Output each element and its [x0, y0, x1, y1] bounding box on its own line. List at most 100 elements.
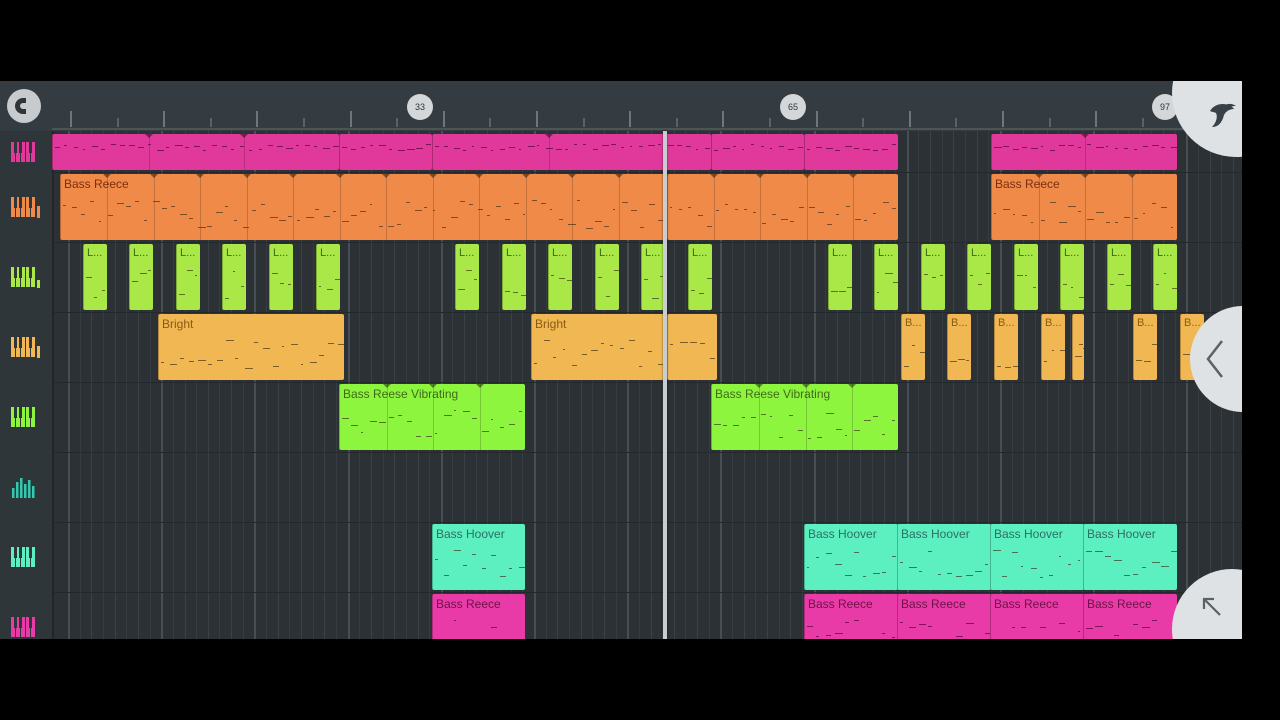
piano-roll-icon[interactable] [10, 614, 42, 639]
clip-bass-hoover[interactable]: Bass Hoover [1083, 524, 1177, 590]
note [912, 345, 915, 347]
piano-roll-icon[interactable] [10, 139, 42, 167]
clip-bass-reece[interactable] [667, 174, 898, 240]
clip-l-short[interactable]: L... [595, 244, 619, 310]
clip-bass-hoover[interactable]: Bass Hoover [990, 524, 1084, 590]
note [119, 145, 125, 147]
piano-roll-icon[interactable] [10, 404, 42, 432]
note [1058, 623, 1066, 625]
clip-l-short[interactable]: L... [688, 244, 712, 310]
pattern-clip-pink[interactable] [804, 134, 898, 170]
pattern-clip-pink[interactable] [339, 134, 432, 170]
clip-l-short[interactable]: L... [548, 244, 572, 310]
pattern-clip-pink[interactable] [665, 134, 711, 170]
clip-notes [1084, 616, 1177, 639]
clip-notes [689, 266, 712, 306]
pattern-clip-pink[interactable] [991, 134, 1177, 170]
clip-l-short[interactable]: L... [1153, 244, 1177, 310]
note [73, 147, 79, 149]
note [1049, 149, 1055, 151]
clip-b-short[interactable]: B... [1133, 314, 1157, 380]
piano-roll-icon[interactable] [10, 194, 42, 222]
note [518, 411, 523, 413]
note [441, 227, 446, 229]
clip-l-short[interactable]: L... [921, 244, 945, 310]
clip-bass-hoover[interactable]: Bass Hoover [432, 524, 525, 590]
clip-bass-reese-vibrating[interactable]: Bass Reese Vibrating [339, 384, 525, 450]
clip-l-short[interactable]: L... [967, 244, 991, 310]
clip-b-short[interactable] [1072, 314, 1084, 380]
clip-b-short[interactable]: B... [901, 314, 925, 380]
note [288, 216, 293, 218]
clip-l-short[interactable]: L... [222, 244, 246, 310]
clip-bass-reece[interactable]: Bass Reece [897, 594, 991, 639]
clip-label: Bright [535, 317, 567, 331]
pattern-clip-pink[interactable] [52, 134, 339, 170]
clip-bass-hoover[interactable]: Bass Hoover [804, 524, 898, 590]
note [175, 145, 184, 147]
note [657, 144, 661, 145]
clip-b-short[interactable]: B... [994, 314, 1018, 380]
clip-bright[interactable]: Bright [531, 314, 664, 380]
note [267, 145, 273, 147]
clip-bright[interactable]: Bright [158, 314, 344, 380]
note [716, 209, 719, 211]
clip-bass-reece[interactable]: Bass Reece [60, 174, 664, 240]
audio-bars-icon[interactable] [10, 474, 42, 502]
note [546, 148, 553, 150]
clip-l-short[interactable]: L... [874, 244, 898, 310]
clip-bass-reece[interactable]: Bass Reece [990, 594, 1084, 639]
track-separator [54, 522, 1242, 523]
note [297, 219, 301, 221]
note [807, 626, 814, 628]
clip-bass-reese-vibrating[interactable]: Bass Reese Vibrating [711, 384, 898, 450]
pattern-marker [802, 174, 811, 178]
pattern-marker [848, 174, 857, 178]
pattern-marker [1034, 174, 1043, 178]
note [611, 144, 617, 146]
note [904, 365, 909, 367]
clip-l-short[interactable]: L... [129, 244, 153, 310]
clip-bass-reece[interactable]: Bass Reece [432, 594, 525, 639]
clip-bright[interactable] [667, 314, 717, 380]
clip-bass-hoover[interactable]: Bass Hoover [897, 524, 991, 590]
pattern-clip-pink[interactable] [711, 134, 804, 170]
clip-bass-reece[interactable]: Bass Reece [804, 594, 898, 639]
magnet-snap-icon[interactable] [7, 89, 41, 123]
timeline-ruler[interactable]: 33 65 97 [0, 81, 1242, 131]
clip-b-short[interactable]: B... [947, 314, 971, 380]
clip-l-short[interactable]: L... [455, 244, 479, 310]
note [956, 635, 964, 637]
playlist-grid[interactable]: Bass Reece Bass Reece L... L... L... L... L...… [52, 131, 1242, 639]
clip-b-short[interactable]: B... [1041, 314, 1065, 380]
pattern-clip-pink[interactable] [432, 134, 664, 170]
clip-l-short[interactable]: L... [83, 244, 107, 310]
note [279, 219, 287, 221]
clip-bass-reece[interactable]: Bass Reece [1083, 594, 1177, 639]
note [872, 573, 881, 575]
note [891, 556, 897, 558]
piano-roll-icon[interactable] [10, 334, 42, 362]
clip-bass-reece[interactable]: Bass Reece [991, 174, 1177, 240]
note [725, 204, 728, 206]
clip-l-short[interactable]: L... [1014, 244, 1038, 310]
clip-l-short[interactable]: L... [502, 244, 526, 310]
note [1152, 202, 1157, 204]
note [891, 144, 897, 146]
clip-l-short[interactable]: L... [1060, 244, 1084, 310]
pattern-marker [475, 384, 484, 388]
clip-l-short[interactable]: L... [1107, 244, 1131, 310]
bar-marker-33[interactable]: 33 [407, 94, 433, 120]
clip-l-short[interactable]: L... [641, 244, 665, 310]
piano-roll-icon[interactable] [10, 264, 42, 292]
clip-l-short[interactable]: L... [316, 244, 340, 310]
clip-l-short[interactable]: L... [828, 244, 852, 310]
note [291, 343, 298, 345]
playhead[interactable] [663, 131, 667, 639]
bar-marker-65[interactable]: 65 [780, 94, 806, 120]
clip-l-short[interactable]: L... [176, 244, 200, 310]
note [1021, 146, 1027, 148]
ruler-tick [349, 111, 352, 127]
piano-roll-icon[interactable] [10, 544, 42, 572]
clip-l-short[interactable]: L... [269, 244, 293, 310]
